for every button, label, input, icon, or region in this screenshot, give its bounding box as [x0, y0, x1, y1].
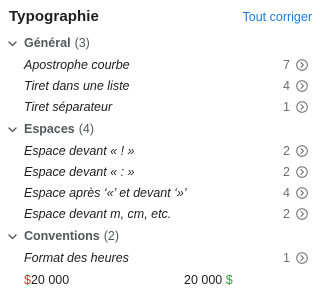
section-count: (4): [78, 122, 95, 136]
currency-symbol-before: $: [24, 273, 31, 287]
chevron-down-icon: [8, 233, 17, 239]
item-label: Espace après ‘«’ et devant ‘»’: [24, 186, 187, 200]
item-label: Tiret séparateur: [24, 100, 113, 114]
panel-title: Typographie: [9, 8, 99, 25]
currency-symbol-after: $: [225, 273, 233, 287]
item-count: 2: [283, 165, 290, 179]
item-label: Format des heures: [24, 251, 129, 265]
section-header-general[interactable]: Général (3): [7, 34, 90, 52]
chevron-down-icon: [8, 126, 17, 132]
item-count: 4: [283, 186, 290, 200]
list-item-espace-unites[interactable]: Espace devant m, cm, etc. 2: [24, 206, 308, 224]
section-count: (3): [74, 36, 90, 50]
arrow-right-circle-icon[interactable]: [296, 187, 308, 199]
list-item-espace-deux-points[interactable]: Espace devant « : » 2: [24, 164, 308, 182]
example-after: 20 000 $: [184, 273, 233, 287]
list-item-apostrophe-courbe[interactable]: Apostrophe courbe 7: [24, 57, 308, 75]
example-before: $20 000: [24, 273, 69, 287]
arrow-right-circle-icon[interactable]: [296, 80, 308, 92]
chevron-down-icon: [8, 40, 17, 46]
list-item-tiret-separateur[interactable]: Tiret séparateur 1: [24, 99, 308, 117]
item-count: 2: [283, 207, 290, 221]
item-count: 1: [283, 100, 290, 114]
item-label: Tiret dans une liste: [24, 79, 130, 93]
section-name: Conventions: [24, 229, 100, 243]
list-item-espace-exclamation[interactable]: Espace devant « ! » 2: [24, 143, 308, 161]
item-count: 2: [283, 144, 290, 158]
item-label: Apostrophe courbe: [24, 58, 130, 72]
list-item-format-heures[interactable]: Format des heures 1: [24, 250, 308, 268]
arrow-right-circle-icon[interactable]: [296, 252, 308, 264]
arrow-right-circle-icon[interactable]: [296, 59, 308, 71]
panel-header: Typographie Tout corriger: [9, 6, 312, 30]
arrow-right-circle-icon[interactable]: [296, 208, 308, 220]
item-count: 4: [283, 79, 290, 93]
list-item-tiret-liste[interactable]: Tiret dans une liste 4: [24, 78, 308, 96]
item-count: 7: [283, 58, 290, 72]
item-label: Espace devant « : »: [24, 165, 135, 179]
item-count: 1: [283, 251, 290, 265]
section-name: Espaces: [24, 122, 75, 136]
arrow-right-circle-icon[interactable]: [296, 166, 308, 178]
amount-after: 20 000: [184, 273, 223, 287]
amount-before: 20 000: [30, 273, 70, 287]
fix-all-button[interactable]: Tout corriger: [243, 10, 312, 24]
item-label: Espace devant m, cm, etc.: [24, 207, 172, 221]
list-item-espace-guillemets[interactable]: Espace après ‘«’ et devant ‘»’ 4: [24, 185, 308, 203]
typography-panel: Typographie Tout corriger Général (3) Ap…: [0, 0, 320, 299]
section-count: (2): [103, 229, 119, 243]
section-name: Général: [24, 36, 71, 50]
section-header-conventions[interactable]: Conventions (2): [7, 227, 119, 245]
item-label: Espace devant « ! »: [24, 144, 135, 158]
arrow-right-circle-icon[interactable]: [296, 145, 308, 157]
section-header-espaces[interactable]: Espaces (4): [7, 120, 94, 138]
arrow-right-circle-icon[interactable]: [296, 101, 308, 113]
